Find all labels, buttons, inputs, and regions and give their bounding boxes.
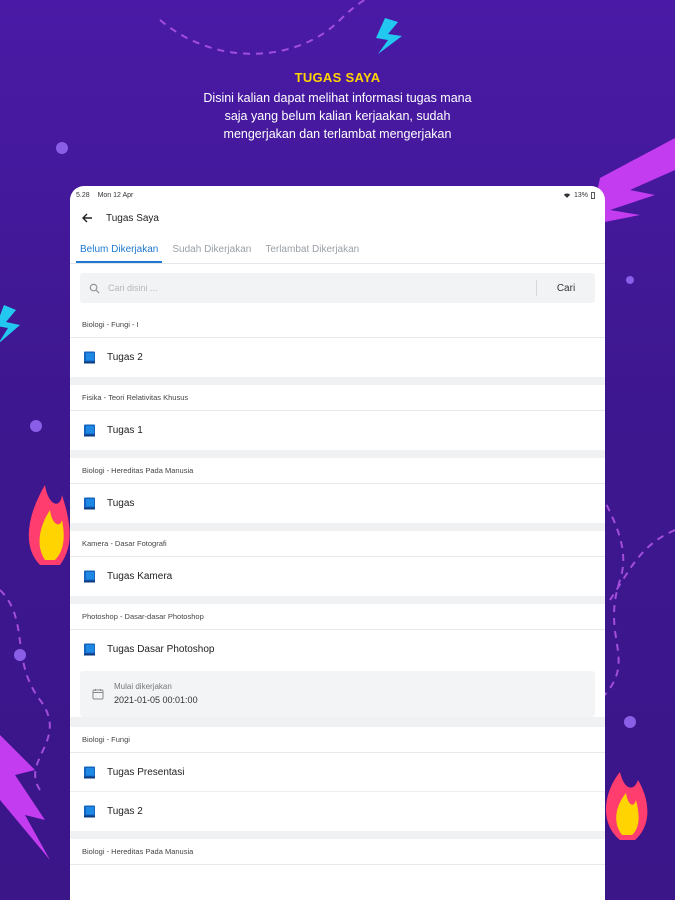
group-header: Photoshop - Dasar-dasar Photoshop <box>70 604 605 630</box>
promo-line: saja yang belum kalian kerjaakan, sudah <box>224 109 451 123</box>
group-header: Fisika - Teori Relativitas Khusus <box>70 385 605 411</box>
tab-terlambat-dikerjakan[interactable]: Terlambat Dikerjakan <box>261 244 363 263</box>
group-header: Biologi - Hereditas Pada Manusia <box>70 839 605 865</box>
task-title: Tugas Presentasi <box>107 766 185 778</box>
book-icon <box>84 643 95 656</box>
promo-caption: TUGAS SAYA Disini kalian dapat melihat i… <box>0 70 675 143</box>
search-input[interactable] <box>108 283 536 293</box>
group-header: Biologi - Fungi <box>70 727 605 753</box>
book-icon <box>84 805 95 818</box>
book-icon <box>84 424 95 437</box>
list-item[interactable]: Tugas Dasar Photoshop <box>70 630 605 669</box>
wifi-icon <box>563 192 571 198</box>
task-title: Tugas Kamera <box>107 571 173 582</box>
task-group: Biologi - Hereditas Pada Manusia <box>70 839 605 865</box>
tab-bar: Belum Dikerjakan Sudah Dikerjakan Terlam… <box>70 232 605 264</box>
group-header: Biologi - Fungi - I <box>70 312 605 338</box>
task-title: Tugas 1 <box>107 425 143 436</box>
list-item[interactable]: Tugas 2 <box>70 338 605 377</box>
task-title: Tugas 2 <box>107 806 143 817</box>
task-group: Photoshop - Dasar-dasar Photoshop Tugas … <box>70 604 605 717</box>
task-title: Tugas 2 <box>107 352 143 363</box>
promo-line: mengerjakan dan terlambat mengerjakan <box>223 127 452 141</box>
start-datetime: 2021-01-05 00:01:00 <box>114 695 198 705</box>
promo-title: TUGAS SAYA <box>294 70 381 85</box>
task-title: Tugas <box>107 498 135 509</box>
book-icon <box>84 497 95 510</box>
arrow-left-icon <box>82 213 92 223</box>
task-group: Kamera - Dasar Fotografi Tugas Kamera <box>70 531 605 596</box>
list-item[interactable]: Tugas 1 <box>70 411 605 450</box>
task-group: Biologi - Fungi - I Tugas 2 <box>70 312 605 377</box>
start-label: Mulai dikerjakan <box>114 682 172 691</box>
group-header: Kamera - Dasar Fotografi <box>70 531 605 557</box>
status-time: 5.28 <box>76 191 90 199</box>
status-date: Mon 12 Apr <box>97 191 134 199</box>
status-bar: 5.28 Mon 12 Apr 13% <box>70 186 605 204</box>
task-group: Biologi - Hereditas Pada Manusia Tugas <box>70 458 605 523</box>
calendar-icon <box>92 689 104 700</box>
list-item[interactable]: Tugas Presentasi <box>70 753 605 792</box>
app-bar: Tugas Saya <box>70 204 605 232</box>
task-title: Tugas Dasar Photoshop <box>107 644 215 655</box>
search-button[interactable]: Cari <box>537 283 595 294</box>
list-item[interactable]: Tugas Kamera <box>70 557 605 596</box>
back-button[interactable] <box>80 211 94 225</box>
task-group: Fisika - Teori Relativitas Khusus Tugas … <box>70 385 605 450</box>
search-icon <box>89 283 99 293</box>
group-header: Biologi - Hereditas Pada Manusia <box>70 458 605 484</box>
search-bar: Cari <box>70 264 605 312</box>
task-group: Biologi - Fungi Tugas Presentasi Tugas 2 <box>70 727 605 831</box>
book-icon <box>84 766 95 778</box>
battery-level: 13% <box>573 191 588 199</box>
battery-icon <box>591 191 595 199</box>
book-icon <box>84 570 95 583</box>
tab-sudah-dikerjakan[interactable]: Sudah Dikerjakan <box>168 244 255 263</box>
page-title: Tugas Saya <box>106 212 159 224</box>
task-start-info: Mulai dikerjakan 2021-01-05 00:01:00 <box>80 671 595 717</box>
tab-belum-dikerjakan[interactable]: Belum Dikerjakan <box>76 244 163 263</box>
tablet-screen: 5.28 Mon 12 Apr 13% Tugas Saya Belum Dik… <box>70 186 605 900</box>
book-icon <box>84 351 95 364</box>
promo-line: Disini kalian dapat melihat informasi tu… <box>203 91 472 105</box>
list-item[interactable]: Tugas 2 <box>70 792 605 831</box>
task-list: Biologi - Fungi - I Tugas 2 Fisika - Teo… <box>70 312 605 865</box>
list-item[interactable]: Tugas <box>70 484 605 523</box>
